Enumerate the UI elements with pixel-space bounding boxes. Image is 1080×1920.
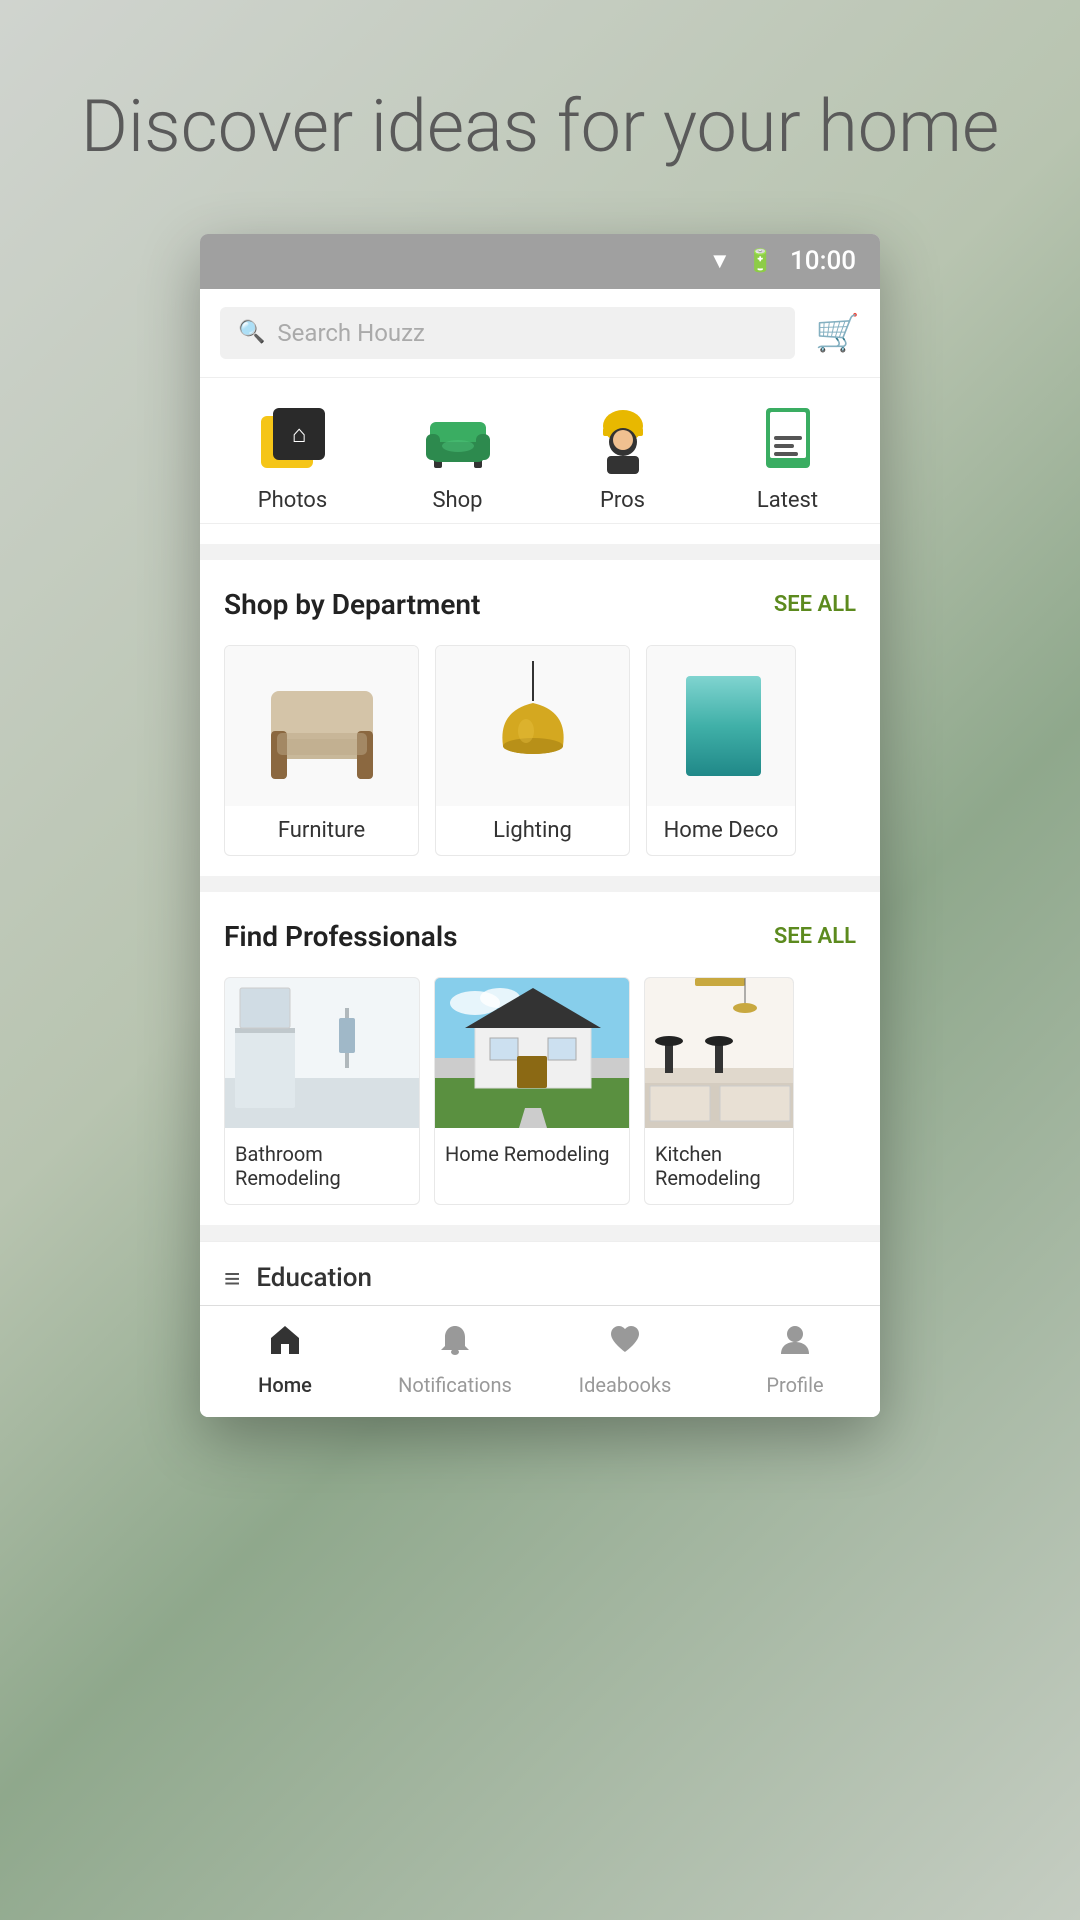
hamburger-icon: ≡ bbox=[224, 1262, 240, 1295]
photos-label: Photos bbox=[258, 488, 327, 513]
pros-label: Pros bbox=[600, 488, 645, 513]
nav-item-latest[interactable]: Latest bbox=[723, 398, 853, 513]
kitchen-photo bbox=[645, 978, 793, 1128]
bathroom-photo bbox=[225, 978, 419, 1128]
remodeling-card-label: Home Remodeling bbox=[435, 1128, 629, 1180]
bell-icon bbox=[437, 1322, 473, 1367]
remodeling-photo bbox=[435, 978, 629, 1128]
photos-icon: ⌂ bbox=[253, 398, 333, 478]
separator-1 bbox=[200, 544, 880, 560]
nav-item-photos[interactable]: ⌂ Photos bbox=[228, 398, 358, 513]
kitchen-card-label: Kitchen Remodeling bbox=[645, 1128, 793, 1204]
shop-section: Shop by Department SEE ALL bbox=[200, 560, 880, 876]
separator-3 bbox=[200, 1225, 880, 1241]
status-bar: ▼ 🔋 10:00 bbox=[200, 234, 880, 289]
bottom-nav: Home Notifications Ideabooks bbox=[200, 1305, 880, 1417]
pros-section-header: Find Professionals SEE ALL bbox=[224, 920, 856, 953]
search-icon: 🔍 bbox=[238, 320, 265, 345]
search-placeholder: Search Houzz bbox=[277, 319, 425, 347]
bottom-nav-home[interactable]: Home bbox=[200, 1322, 370, 1397]
battery-icon: 🔋 bbox=[747, 249, 774, 274]
homedeco-card-image bbox=[647, 646, 795, 806]
hero-section: Discover ideas for your home bbox=[0, 0, 1080, 234]
education-section-partial: ≡ Education bbox=[200, 1241, 880, 1305]
pros-section-title: Find Professionals bbox=[224, 920, 457, 953]
shop-section-title: Shop by Department bbox=[224, 588, 480, 621]
furniture-card-label: Furniture bbox=[225, 806, 418, 855]
latest-label: Latest bbox=[757, 488, 818, 513]
app-container: ▼ 🔋 10:00 🔍 Search Houzz 🛒 ⌂ Photos bbox=[200, 234, 880, 1417]
wifi-icon: ▼ bbox=[709, 248, 731, 274]
pro-card-kitchen[interactable]: Kitchen Remodeling bbox=[644, 977, 794, 1205]
pros-icon bbox=[583, 398, 663, 478]
furniture-card-image bbox=[225, 646, 418, 806]
profile-nav-label: Profile bbox=[766, 1373, 823, 1397]
latest-icon bbox=[748, 398, 828, 478]
search-input-wrapper[interactable]: 🔍 Search Houzz bbox=[220, 307, 795, 359]
dept-card-homedeco[interactable]: Home Deco bbox=[646, 645, 796, 856]
lighting-card-image bbox=[436, 646, 629, 806]
clock: 10:00 bbox=[790, 246, 856, 276]
dept-cards-list: Furniture Lig bbox=[224, 645, 856, 856]
pro-cards-list: Bathroom Remodeling bbox=[224, 977, 856, 1205]
home-nav-icon bbox=[267, 1322, 303, 1367]
cart-icon[interactable]: 🛒 bbox=[815, 312, 860, 354]
separator-2 bbox=[200, 876, 880, 892]
bottom-nav-ideabooks[interactable]: Ideabooks bbox=[540, 1322, 710, 1397]
shop-label: Shop bbox=[432, 488, 482, 513]
gap bbox=[200, 524, 880, 544]
bottom-nav-notifications[interactable]: Notifications bbox=[370, 1322, 540, 1397]
shop-section-header: Shop by Department SEE ALL bbox=[224, 588, 856, 621]
shop-see-all[interactable]: SEE ALL bbox=[774, 592, 856, 617]
pro-card-bathroom[interactable]: Bathroom Remodeling bbox=[224, 977, 420, 1205]
bottom-nav-profile[interactable]: Profile bbox=[710, 1322, 880, 1397]
education-title-row: ≡ Education bbox=[224, 1262, 856, 1295]
hero-title: Discover ideas for your home bbox=[60, 80, 1020, 174]
quick-nav: ⌂ Photos bbox=[200, 378, 880, 524]
nav-item-pros[interactable]: Pros bbox=[558, 398, 688, 513]
shop-icon bbox=[418, 398, 498, 478]
pro-card-home-remodeling[interactable]: Home Remodeling bbox=[434, 977, 630, 1205]
lighting-card-label: Lighting bbox=[436, 806, 629, 855]
search-bar: 🔍 Search Houzz 🛒 bbox=[200, 289, 880, 378]
pros-section: Find Professionals SEE ALL bbox=[200, 892, 880, 1225]
bathroom-card-label: Bathroom Remodeling bbox=[225, 1128, 419, 1204]
person-icon bbox=[777, 1322, 813, 1367]
dept-card-lighting[interactable]: Lighting bbox=[435, 645, 630, 856]
ideabooks-nav-label: Ideabooks bbox=[579, 1373, 672, 1397]
home-nav-label: Home bbox=[258, 1373, 312, 1397]
nav-item-shop[interactable]: Shop bbox=[393, 398, 523, 513]
notifications-nav-label: Notifications bbox=[398, 1373, 512, 1397]
dept-card-furniture[interactable]: Furniture bbox=[224, 645, 419, 856]
education-title: Education bbox=[256, 1263, 372, 1293]
pros-see-all[interactable]: SEE ALL bbox=[774, 924, 856, 949]
heart-icon bbox=[607, 1322, 643, 1367]
svg-text:⌂: ⌂ bbox=[291, 420, 306, 448]
homedeco-card-label: Home Deco bbox=[647, 806, 795, 855]
